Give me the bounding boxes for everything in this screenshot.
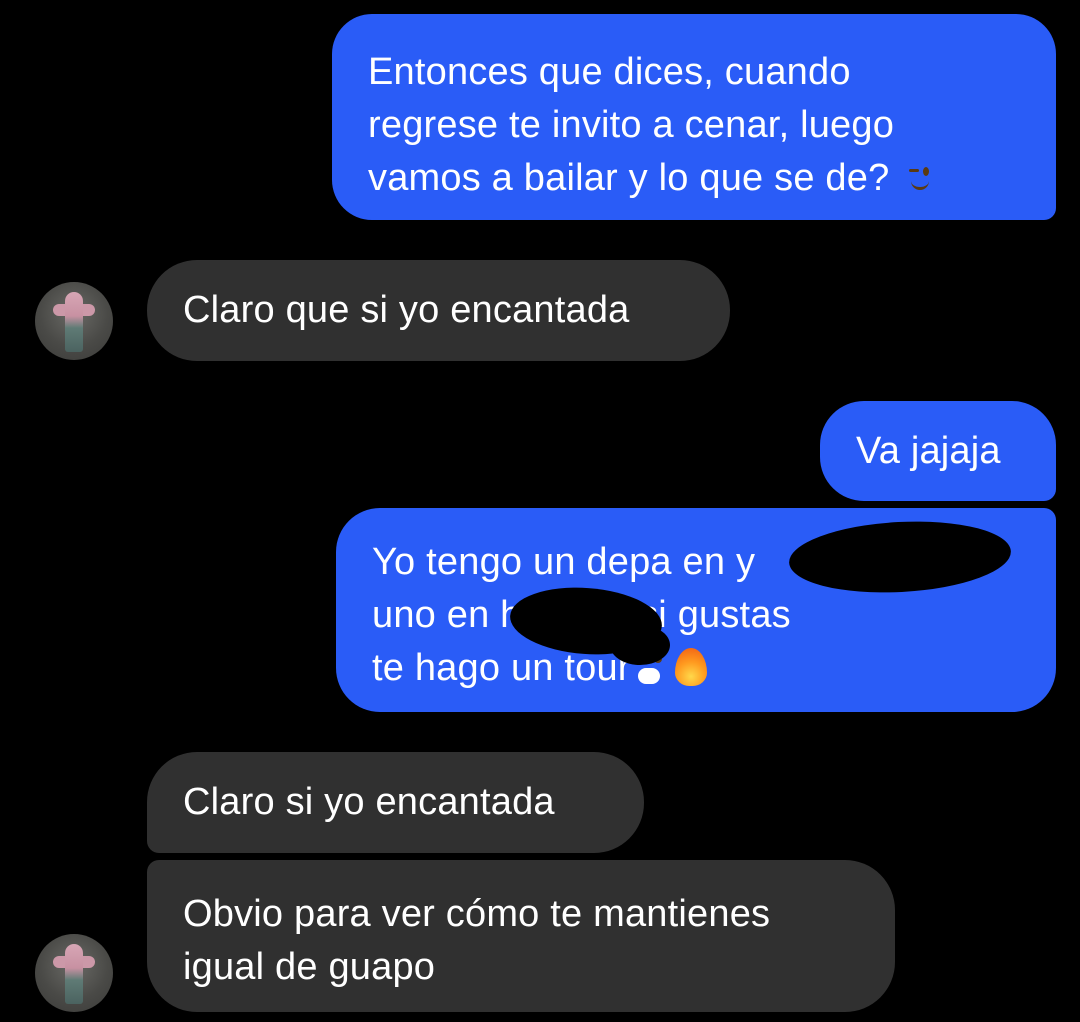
message-text: Va jajaja [856, 430, 1001, 472]
message-text: Entonces que dices, cuando regrese te in… [368, 51, 895, 199]
message-text: Claro si yo encantada [183, 781, 555, 823]
winking-face-icon [900, 156, 940, 196]
fire-icon [671, 646, 711, 686]
message-text: Obvio para ver cómo te mantienes igual d… [183, 893, 771, 988]
outgoing-message[interactable]: Va jajaja [820, 401, 1056, 501]
incoming-message[interactable]: Obvio para ver cómo te mantienes igual d… [147, 860, 895, 1012]
outgoing-message[interactable]: Entonces que dices, cuando regrese te in… [332, 14, 1056, 220]
incoming-message[interactable]: Claro que si yo encantada [147, 260, 730, 361]
avatar[interactable] [35, 282, 113, 360]
avatar[interactable] [35, 934, 113, 1012]
message-text: Claro que si yo encantada [183, 289, 630, 331]
redaction-mark [610, 625, 670, 665]
incoming-message[interactable]: Claro si yo encantada [147, 752, 644, 853]
